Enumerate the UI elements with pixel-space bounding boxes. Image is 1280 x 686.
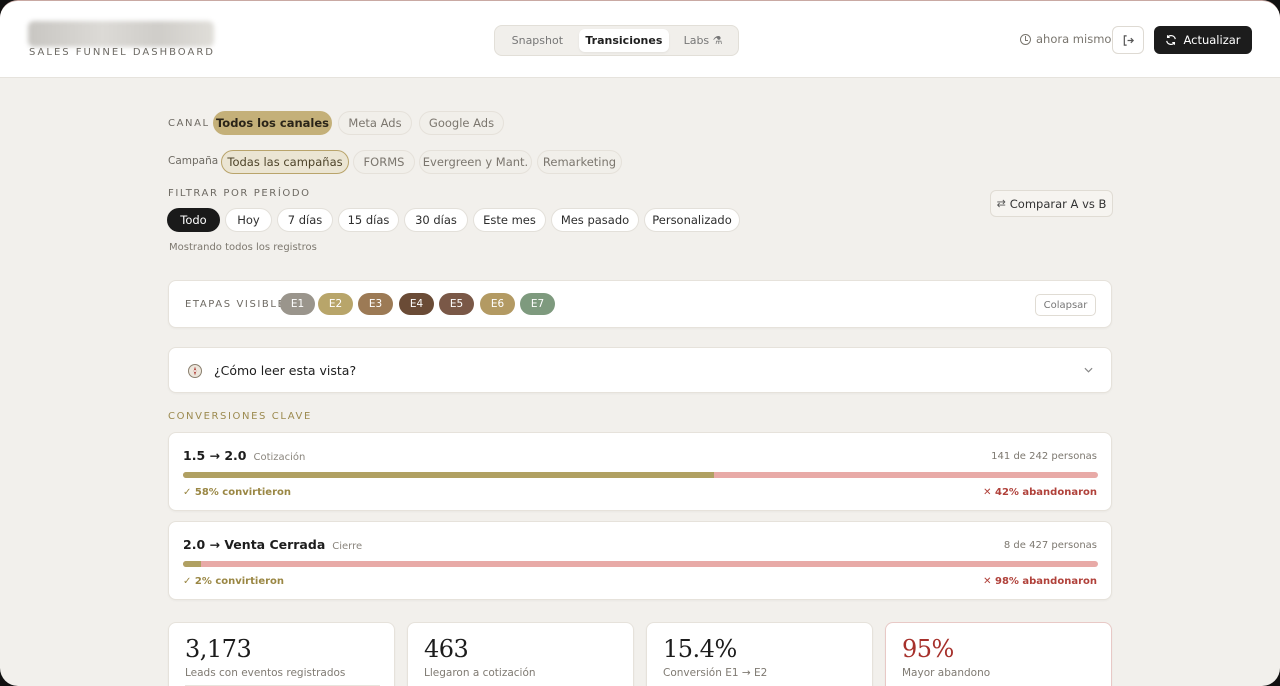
conversion-bar-fill [183,561,202,567]
canal-google-ads[interactable]: Google Ads [419,111,504,135]
stage-chip-e3[interactable]: E3 [358,293,393,315]
period-15-dias[interactable]: 15 días [338,208,399,232]
kpi-card-leads: 3,173 Leads con eventos registrados [168,622,395,686]
period-este-mes[interactable]: Este mes [473,208,546,232]
compare-button[interactable]: ⇄ Comparar A vs B [990,190,1113,217]
kpi-card-conversion: 15.4% Conversión E1 → E2 [646,622,873,686]
campana-forms[interactable]: FORMS [353,150,415,174]
help-title: ¿Cómo leer esta vista? [214,363,357,378]
compass-icon [188,364,202,378]
campana-label: Campaña [168,155,219,167]
dashboard-subtitle: SALES FUNNEL DASHBOARD [29,47,215,58]
conversion-bar [183,472,1098,478]
conversion-count: 8 de 427 personas [1003,540,1097,551]
converted-text: ✓ 2% convirtieron [183,576,285,587]
app-window: SALES FUNNEL DASHBOARD Snapshot Transici… [0,0,1280,686]
collapse-button[interactable]: Colapsar [1035,294,1096,316]
kpi-card-cotizacion: 463 Llegaron a cotización [407,622,634,686]
view-tabs: Snapshot Transiciones Labs ⚗ [494,25,739,56]
refresh-label: Actualizar [1183,33,1241,47]
conversion-count: 141 de 242 personas [991,451,1097,462]
compare-label: Comparar A vs B [1009,196,1107,211]
stages-label: ETAPAS VISIBLES [185,299,294,310]
kpi-label: Mayor abandono [902,667,991,679]
kpi-label: Leads con eventos registrados [185,667,346,679]
conversion-tag: Cotización [253,452,306,463]
kpi-label: Llegaron a cotización [424,667,536,679]
stage-chip-e2[interactable]: E2 [318,293,353,315]
abandoned-text: ✕ 42% abandonaron [983,487,1097,498]
campana-all[interactable]: Todas las campañas [221,150,349,174]
stage-chip-e1[interactable]: E1 [280,293,315,315]
kpi-card-abandono: 95% Mayor abandono [885,622,1112,686]
clock-icon [1020,33,1031,45]
swap-icon: ⇄ [996,197,1006,210]
kpi-label: Conversión E1 → E2 [663,667,768,679]
canal-meta-ads[interactable]: Meta Ads [338,111,412,135]
blurred-brand-title [28,21,214,47]
stage-chip-e7[interactable]: E7 [520,293,555,315]
conversion-card-cotizacion: 1.5 → 2.0 Cotización 141 de 242 personas… [168,432,1112,511]
kpi-value: 463 [424,635,469,663]
stage-chip-e4[interactable]: E4 [399,293,434,315]
help-accordion[interactable]: ¿Cómo leer esta vista? [168,347,1112,393]
campana-evergreen[interactable]: Evergreen y Mant. [419,150,532,174]
last-updated-text: ahora mismo [1036,32,1112,46]
tab-snapshot[interactable]: Snapshot [498,29,577,52]
campana-remarketing[interactable]: Remarketing [537,150,622,174]
period-todo[interactable]: Todo [167,208,220,232]
period-7-dias[interactable]: 7 días [277,208,333,232]
conversion-bar-fill [183,472,714,478]
period-note: Mostrando todos los registros [169,242,317,253]
periodo-label: FILTRAR POR PERÍODO [168,188,311,199]
tab-transiciones[interactable]: Transiciones [578,29,670,52]
refresh-icon [1166,35,1177,45]
canal-all[interactable]: Todos los canales [213,111,332,135]
kpi-value: 15.4% [663,635,737,663]
canal-label: CANAL [168,118,210,129]
conversion-tag: Cierre [332,541,363,552]
converted-text: ✓ 58% convirtieron [183,487,291,498]
conversion-title: 1.5 → 2.0 Cotización [183,448,305,463]
chevron-down-icon [1084,367,1093,373]
logout-icon [1123,34,1134,46]
period-30-dias[interactable]: 30 días [404,208,468,232]
conversion-bar [183,561,1098,567]
period-hoy[interactable]: Hoy [225,208,272,232]
conversion-stages: 1.5 → 2.0 [183,448,247,463]
stage-chip-e6[interactable]: E6 [480,293,515,315]
conversion-card-cierre: 2.0 → Venta Cerrada Cierre 8 de 427 pers… [168,521,1112,600]
conversions-heading: CONVERSIONES CLAVE [168,411,312,422]
stage-chip-e5[interactable]: E5 [439,293,474,315]
top-header: SALES FUNNEL DASHBOARD Snapshot Transici… [0,1,1280,78]
last-updated: ahora mismo [1020,32,1111,46]
tab-labs[interactable]: Labs ⚗ [671,29,735,52]
stages-card: ETAPAS VISIBLES E1 E2 E3 E4 E5 E6 E7 Col… [168,280,1112,328]
conversion-title: 2.0 → Venta Cerrada Cierre [183,537,362,552]
abandoned-text: ✕ 98% abandonaron [983,576,1097,587]
period-mes-pasado[interactable]: Mes pasado [551,208,639,232]
conversion-stages: 2.0 → Venta Cerrada [183,537,326,552]
kpi-value: 3,173 [185,635,252,663]
logout-button[interactable] [1112,26,1144,54]
period-personalizado[interactable]: Personalizado [644,208,740,232]
kpi-value: 95% [902,635,954,663]
refresh-button[interactable]: Actualizar [1154,26,1252,54]
